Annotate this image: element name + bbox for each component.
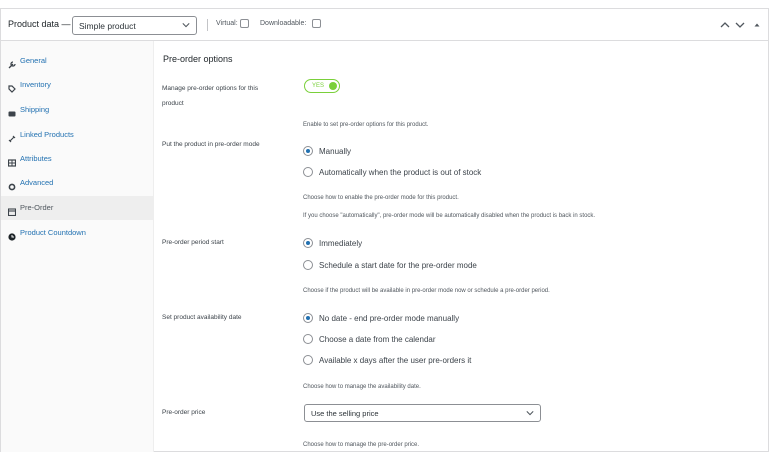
sidebar-item-label: Linked Products <box>20 130 74 139</box>
chevron-down-icon <box>182 23 190 28</box>
truck-icon <box>8 105 16 117</box>
panel-header: Product data — Simple product Virtual: D… <box>1 9 768 41</box>
product-type-select[interactable]: Simple product <box>72 16 197 35</box>
downloadable-label: Downloadable: <box>260 20 307 27</box>
sidebar-item-label: Attributes <box>20 154 52 163</box>
radio-button[interactable] <box>303 146 313 156</box>
chevron-down-icon <box>735 22 745 28</box>
radio-label: Automatically when the product is out of… <box>319 168 482 177</box>
sidebar-item-label: Inventory <box>20 80 51 89</box>
tag-icon <box>8 80 16 93</box>
radio-button[interactable] <box>303 238 313 248</box>
pre-order-price-select[interactable]: Use the selling price <box>304 404 541 422</box>
sidebar-item-label: Advanced <box>20 178 54 187</box>
product-type-value: Simple product <box>79 21 136 31</box>
pre-order-mode-desc: Choose how to enable the pre-order mode … <box>303 195 459 201</box>
pre-order-mode-label: Put the product in pre-order mode <box>162 141 260 148</box>
sidebar-item-general[interactable]: General <box>1 49 154 73</box>
availability-date-label: Set product availability date <box>162 314 242 321</box>
gear-icon <box>8 178 16 191</box>
link-icon <box>8 130 16 143</box>
chevron-down-icon <box>526 411 534 416</box>
manage-pre-order-toggle[interactable]: YES <box>304 79 340 93</box>
radio-label: Schedule a start date for the pre-order … <box>319 261 477 270</box>
sidebar-item-pre-order[interactable]: Pre-Order <box>1 196 154 220</box>
sidebar-item-attributes[interactable]: Attributes <box>1 147 154 171</box>
virtual-label: Virtual: <box>216 20 238 27</box>
pre-order-mode-note: If you choose "automatically", pre-order… <box>303 213 596 219</box>
collapse-toggle-button[interactable] <box>751 18 763 30</box>
product-data-tabs: General Inventory Shipping Linked Produc… <box>1 41 154 452</box>
virtual-checkbox[interactable] <box>240 19 249 28</box>
pre-order-price-label: Pre-order price <box>162 409 206 416</box>
move-down-button[interactable] <box>734 18 746 30</box>
radio-label: Available x days after the user pre-orde… <box>319 356 472 365</box>
radio-button[interactable] <box>303 313 313 323</box>
manage-pre-order-label: Manage pre-order options for this produc… <box>162 85 259 107</box>
radio-button[interactable] <box>303 334 313 344</box>
calendar-icon <box>7 203 17 217</box>
pre-order-options-panel: Pre-order options Manage pre-order optio… <box>154 41 768 452</box>
sidebar-item-label: Shipping <box>20 105 50 114</box>
sidebar-item-label: Product Countdown <box>20 228 86 237</box>
panel-title: Product data — <box>8 19 71 29</box>
pre-order-price-value: Use the selling price <box>311 409 379 418</box>
pre-order-period-desc: Choose if the product will be available … <box>303 288 550 294</box>
wrench-icon <box>8 56 16 69</box>
toggle-knob <box>329 82 337 90</box>
toggle-text: YES <box>312 83 325 89</box>
radio-button[interactable] <box>303 167 313 177</box>
manage-pre-order-desc: Enable to set pre-order options for this… <box>303 122 429 128</box>
sidebar-item-label: General <box>20 56 47 65</box>
section-title: Pre-order options <box>163 54 233 64</box>
radio-button[interactable] <box>303 355 313 365</box>
radio-label: No date - end pre-order mode manually <box>319 314 460 323</box>
availability-date-desc: Choose how to manage the availability da… <box>303 384 421 390</box>
radio-label: Manually <box>319 147 352 156</box>
header-separator <box>207 19 208 31</box>
pre-order-period-label: Pre-order period start <box>162 239 224 246</box>
sidebar-item-shipping[interactable]: Shipping <box>1 98 154 122</box>
radio-button[interactable] <box>303 260 313 270</box>
sidebar-item-label: Pre-Order <box>20 203 54 212</box>
product-data-panel: Product data — Simple product Virtual: D… <box>0 8 769 452</box>
chevron-up-icon <box>720 22 730 28</box>
sidebar-item-advanced[interactable]: Advanced <box>1 171 154 195</box>
pre-order-price-desc: Choose how to manage the pre-order price… <box>303 442 420 448</box>
triangle-up-icon <box>754 23 760 27</box>
sidebar-item-linked-products[interactable]: Linked Products <box>1 123 154 147</box>
downloadable-checkbox[interactable] <box>312 19 321 28</box>
sidebar-item-inventory[interactable]: Inventory <box>1 73 154 97</box>
sidebar-item-product-countdown[interactable]: Product Countdown <box>1 221 154 245</box>
radio-label: Choose a date from the calendar <box>319 335 436 344</box>
table-icon <box>7 154 17 167</box>
radio-label: Immediately <box>319 239 363 248</box>
clock-icon <box>8 228 16 241</box>
move-up-button[interactable] <box>719 18 731 30</box>
